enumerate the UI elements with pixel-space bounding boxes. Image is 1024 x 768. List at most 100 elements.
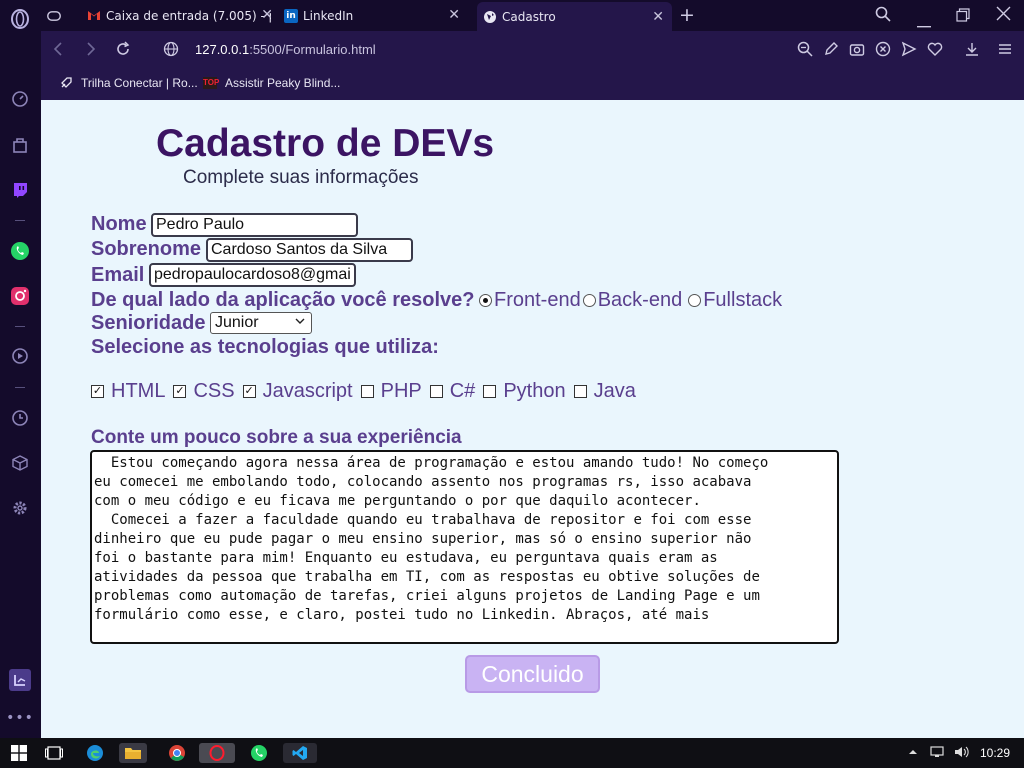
windows-start-icon[interactable] — [9, 743, 29, 763]
tecnologias-checkbox-group: ✓ HTML ✓ CSS ✓ Javascript PHP C# Python Jav… — [91, 380, 644, 403]
speed-dial-icon[interactable] — [9, 88, 31, 110]
tech-php[interactable]: PHP — [360, 380, 422, 403]
back-icon[interactable] — [52, 41, 64, 61]
close-icon[interactable]: ✕ — [448, 8, 460, 22]
sobrenome-label: Sobrenome — [91, 238, 202, 260]
checkbox-checked[interactable]: ✓ — [242, 385, 256, 398]
bag-icon[interactable] — [9, 134, 31, 156]
tech-html[interactable]: ✓ HTML — [91, 380, 165, 403]
site-info-globe-icon[interactable] — [163, 41, 179, 61]
tab-gmail[interactable]: Caixa de entrada (7.005) - p ✕ — [81, 0, 271, 31]
tech-csharp[interactable]: C# — [429, 380, 476, 403]
twitch-icon[interactable] — [9, 179, 31, 201]
more-dots-icon[interactable]: ••• — [6, 707, 33, 729]
tech-label: C# — [449, 380, 476, 402]
radio-label-back-end: Back-end — [597, 289, 683, 311]
forward-icon[interactable] — [85, 41, 97, 61]
checkbox-checked[interactable]: ✓ — [91, 385, 104, 398]
close-icon[interactable]: ✕ — [652, 10, 664, 24]
bookmark-label: Assistir Peaky Blind... — [225, 76, 341, 90]
tray-chevron-up-icon[interactable] — [908, 745, 918, 760]
linkedin-icon: in — [284, 8, 298, 23]
settings-gear-icon[interactable] — [9, 497, 31, 519]
opera-taskbar-icon[interactable] — [199, 743, 235, 763]
sobrenome-input[interactable]: Cardoso Santos da Silva — [206, 238, 413, 262]
whatsapp-taskbar-icon[interactable] — [249, 743, 269, 763]
radio-back-end[interactable] — [582, 294, 596, 307]
menu-icon[interactable] — [997, 41, 1013, 61]
whatsapp-icon[interactable] — [9, 240, 31, 262]
zoom-icon[interactable] — [797, 41, 813, 61]
heart-icon[interactable] — [927, 41, 943, 61]
chrome-icon[interactable] — [167, 743, 187, 763]
lado-label: De qual lado da aplicação você resolve? — [91, 289, 475, 311]
nome-label: Nome — [91, 213, 147, 235]
radio-fullstack[interactable] — [688, 294, 702, 307]
tech-java[interactable]: Java — [573, 380, 636, 403]
file-explorer-icon[interactable] — [119, 743, 147, 763]
opera-logo-icon[interactable] — [9, 8, 31, 30]
concluido-button[interactable]: Concluido — [465, 655, 600, 693]
checkbox-unchecked[interactable] — [573, 385, 587, 398]
email-input[interactable]: pedropaulocardoso8@gmai — [149, 263, 356, 287]
radio-front-end[interactable] — [479, 294, 492, 307]
tab-cadastro[interactable]: Cadastro ✕ — [477, 2, 672, 31]
tecnologias-label: Selecione as tecnologias que utiliza: — [91, 336, 439, 358]
globe-icon — [483, 10, 497, 24]
radio-label-fullstack: Fullstack — [703, 289, 783, 311]
chevron-down-icon — [295, 316, 305, 328]
adblock-icon[interactable] — [875, 41, 891, 61]
tab-linkedin[interactable]: in LinkedIn ✕ — [278, 0, 468, 31]
gmail-icon — [87, 9, 101, 23]
experiencia-label: Conte um pouco sobre a sua experiência — [91, 427, 462, 448]
tech-label: PHP — [380, 380, 422, 402]
sidebar-separator — [15, 387, 25, 388]
edge-icon[interactable] — [85, 743, 105, 763]
url-field[interactable]: 127.0.0.1:5500/Formulario.html — [195, 42, 376, 57]
experiencia-textarea[interactable]: Estou começando agora nessa área de prog… — [90, 450, 839, 644]
task-view-icon[interactable] — [44, 743, 64, 763]
instagram-icon[interactable] — [9, 285, 31, 307]
tech-python[interactable]: Python — [483, 380, 566, 403]
nome-input[interactable]: Pedro Paulo — [151, 213, 358, 237]
edit-icon[interactable] — [823, 41, 839, 61]
send-icon[interactable] — [901, 41, 917, 61]
vscode-icon[interactable] — [283, 743, 317, 763]
download-icon[interactable] — [964, 41, 980, 61]
new-tab-button[interactable]: + — [679, 4, 695, 26]
bookmark-peaky-blinders[interactable]: TOP Assistir Peaky Blind... — [203, 76, 340, 90]
gamepad-icon — [47, 9, 61, 23]
player-icon[interactable] — [9, 345, 31, 367]
tech-css[interactable]: ✓ CSS — [173, 380, 235, 403]
senioridade-value: Junior — [215, 314, 259, 331]
checkbox-unchecked[interactable] — [360, 385, 374, 398]
cube-icon[interactable] — [9, 452, 31, 474]
close-window-icon[interactable] — [996, 6, 1011, 25]
workspace-icon[interactable] — [9, 669, 31, 691]
checkbox-unchecked[interactable] — [429, 385, 443, 398]
tech-javascript[interactable]: ✓ Javascript — [242, 380, 353, 403]
tab-title: Cadastro — [502, 9, 556, 24]
history-icon[interactable] — [9, 407, 31, 429]
tech-label: Javascript — [262, 380, 353, 402]
checkbox-checked[interactable]: ✓ — [173, 385, 187, 398]
network-icon[interactable] — [930, 745, 946, 763]
bookmark-label: Trilha Conectar | Ro... — [81, 76, 198, 90]
tech-label: HTML — [111, 380, 166, 402]
tab-bar: Caixa de entrada (7.005) - p ✕ in Linked… — [41, 0, 1024, 31]
senioridade-select[interactable]: Junior — [210, 312, 312, 334]
tab-gamepad[interactable] — [41, 0, 77, 31]
close-icon[interactable]: ✕ — [261, 8, 271, 22]
sidebar-separator — [15, 220, 25, 221]
reload-icon[interactable] — [115, 41, 131, 61]
bookmark-trilha-conectar[interactable]: Trilha Conectar | Ro... — [59, 76, 198, 90]
search-icon[interactable] — [875, 6, 891, 26]
taskbar-clock[interactable]: 10:29 — [980, 746, 1010, 760]
volume-icon[interactable] — [954, 745, 970, 763]
restore-icon[interactable] — [956, 8, 970, 26]
browser-sidebar: ••• — [0, 0, 41, 738]
checkbox-unchecked[interactable] — [483, 385, 497, 398]
senioridade-label: Senioridade — [91, 312, 206, 334]
camera-icon[interactable] — [849, 41, 865, 61]
minimize-icon[interactable] — [917, 14, 931, 32]
